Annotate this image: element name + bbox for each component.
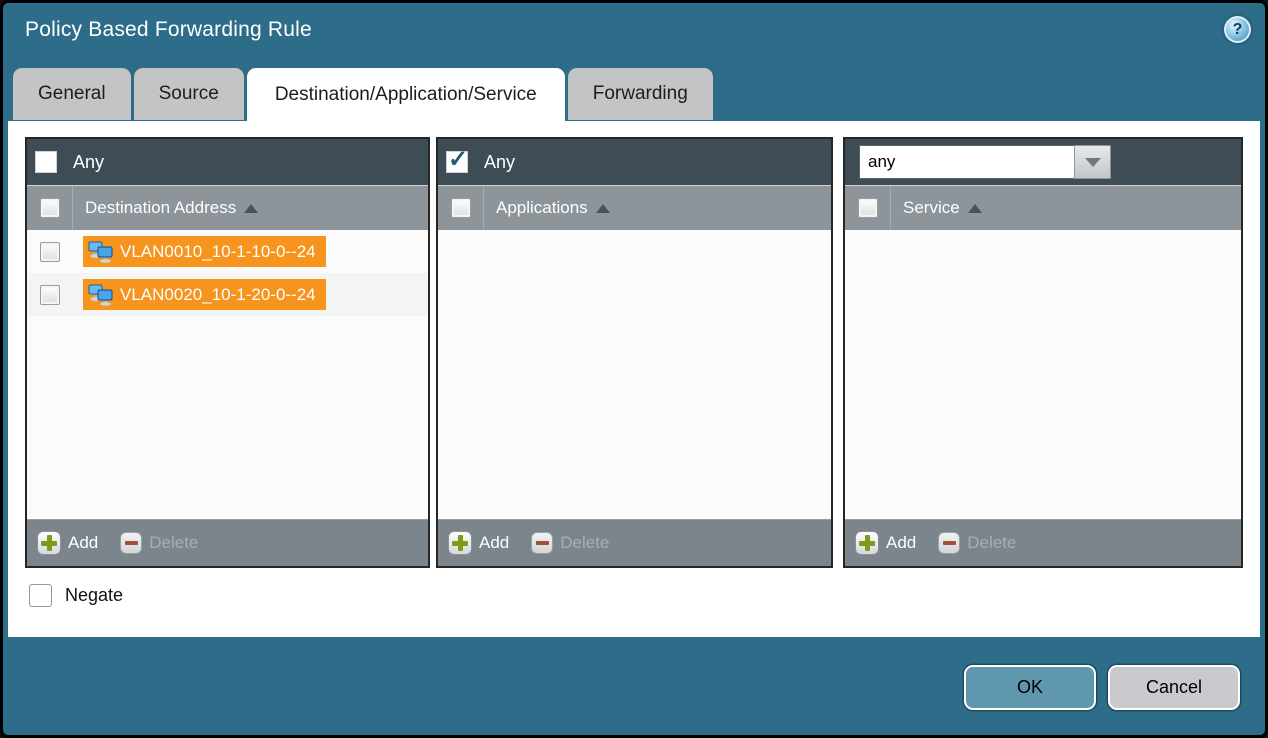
address-object-label: VLAN0020_10-1-20-0--24 — [120, 285, 316, 305]
applications-list — [438, 230, 831, 519]
address-object-label: VLAN0010_10-1-10-0--24 — [120, 242, 316, 262]
sort-ascending-icon — [968, 204, 982, 213]
destination-any-label: Any — [73, 152, 104, 173]
applications-footer-bar: Add Delete — [438, 519, 831, 566]
negate-label: Negate — [65, 585, 123, 606]
address-object-badge[interactable]: VLAN0010_10-1-10-0--24 — [83, 236, 326, 267]
minus-icon — [938, 532, 960, 554]
service-panel: Service Add Delete — [843, 137, 1243, 568]
plus-icon — [448, 531, 472, 555]
applications-column-sort[interactable]: Applications — [496, 198, 610, 218]
applications-any-checkbox[interactable]: ✓ — [446, 151, 468, 173]
sort-ascending-icon — [244, 204, 258, 213]
negate-option: Negate — [29, 584, 123, 607]
destination-address-panel: Any Destination Address — [25, 137, 430, 568]
service-select-all-checkbox[interactable] — [858, 198, 878, 218]
network-icon — [88, 241, 114, 263]
tab-bar: General Source Destination/Application/S… — [13, 68, 713, 121]
policy-based-forwarding-dialog: Policy Based Forwarding Rule ? General S… — [0, 0, 1268, 738]
address-object-badge[interactable]: VLAN0020_10-1-20-0--24 — [83, 279, 326, 310]
tab-general[interactable]: General — [13, 68, 131, 120]
add-application-button[interactable]: Add — [448, 531, 509, 555]
sort-ascending-icon — [596, 204, 610, 213]
service-dropdown-button[interactable] — [1074, 145, 1111, 179]
destination-column-label: Destination Address — [85, 198, 236, 218]
service-dropdown[interactable] — [859, 145, 1111, 179]
negate-checkbox[interactable] — [29, 584, 52, 607]
add-service-button[interactable]: Add — [855, 531, 916, 555]
destination-column-header: Destination Address — [27, 185, 428, 230]
destination-any-checkbox[interactable] — [35, 151, 57, 173]
service-dropdown-input[interactable] — [859, 145, 1074, 179]
destination-address-list: VLAN0010_10-1-10-0--24 — [27, 230, 428, 519]
destination-select-all-checkbox[interactable] — [40, 198, 60, 218]
tab-destination-application-service[interactable]: Destination/Application/Service — [247, 68, 565, 121]
destination-footer-bar: Add Delete — [27, 519, 428, 566]
help-glyph: ? — [1233, 21, 1243, 39]
delete-service-button[interactable]: Delete — [938, 532, 1016, 554]
service-column-sort[interactable]: Service — [903, 198, 982, 218]
applications-any-label: Any — [484, 152, 515, 173]
minus-icon — [120, 532, 142, 554]
destination-any-bar: Any — [27, 139, 428, 185]
tab-content-area: Any Destination Address — [8, 121, 1260, 637]
row-checkbox[interactable] — [40, 285, 60, 305]
checkmark-icon: ✓ — [448, 145, 468, 174]
service-dropdown-bar — [845, 139, 1241, 185]
service-footer-bar: Add Delete — [845, 519, 1241, 566]
applications-any-bar: ✓ Any — [438, 139, 831, 185]
help-icon[interactable]: ? — [1224, 16, 1251, 43]
applications-panel: ✓ Any Applications Add — [436, 137, 833, 568]
ok-button[interactable]: OK — [964, 665, 1096, 710]
cancel-button[interactable]: Cancel — [1108, 665, 1240, 710]
delete-application-button[interactable]: Delete — [531, 532, 609, 554]
service-column-label: Service — [903, 198, 960, 218]
add-destination-button[interactable]: Add — [37, 531, 98, 555]
applications-column-header: Applications — [438, 185, 831, 230]
applications-select-all-checkbox[interactable] — [451, 198, 471, 218]
chevron-down-icon — [1085, 158, 1101, 167]
service-column-header: Service — [845, 185, 1241, 230]
table-row: VLAN0020_10-1-20-0--24 — [27, 273, 428, 316]
tab-forwarding[interactable]: Forwarding — [568, 68, 713, 120]
minus-icon — [531, 532, 553, 554]
destination-column-sort[interactable]: Destination Address — [85, 198, 258, 218]
delete-destination-button[interactable]: Delete — [120, 532, 198, 554]
panels-container: Any Destination Address — [25, 137, 1243, 568]
plus-icon — [37, 531, 61, 555]
row-checkbox[interactable] — [40, 242, 60, 262]
tab-source[interactable]: Source — [134, 68, 244, 120]
dialog-title: Policy Based Forwarding Rule — [25, 18, 312, 42]
network-icon — [88, 284, 114, 306]
table-row: VLAN0010_10-1-10-0--24 — [27, 230, 428, 273]
plus-icon — [855, 531, 879, 555]
service-list — [845, 230, 1241, 519]
applications-column-label: Applications — [496, 198, 588, 218]
